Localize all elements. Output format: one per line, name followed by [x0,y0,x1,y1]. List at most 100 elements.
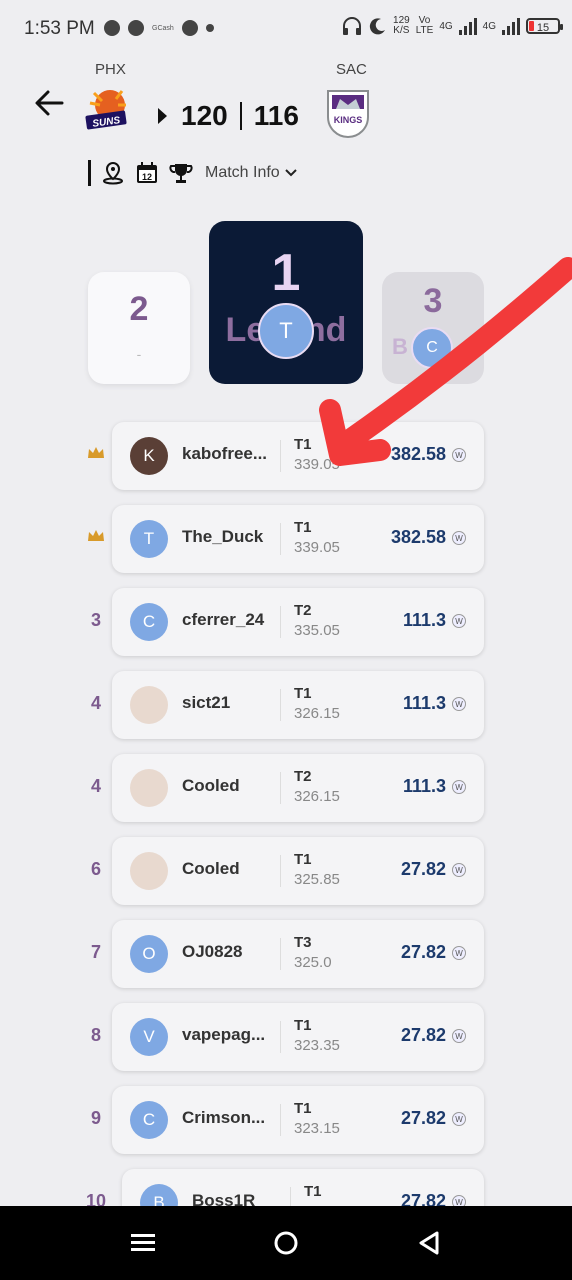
signal-icon-1 [458,17,477,35]
username: The_Duck [182,527,264,546]
podium-first-avatar: T [258,303,314,359]
coin-icon: W [452,531,466,545]
volte-indicator: Vo LTE [416,16,434,36]
calendar-icon[interactable]: 12 [135,161,159,185]
fantasy-points: 339.05 [294,456,340,473]
battery-level: 15 [536,22,550,34]
user-avatar: T [130,520,168,558]
podium-second-rank: 2 [129,290,149,328]
table-row[interactable]: Cooled T1 325.85 27.82 W [112,837,484,905]
trophy-icon[interactable] [169,161,193,185]
score-line: 120 116 [158,100,299,132]
winnings-score: 111.3 [402,610,446,630]
home-team-abbr: PHX [95,61,126,78]
battery-icon: 15 [526,18,563,34]
winnings-score: 111.3 [402,776,446,796]
row-divider [280,1104,281,1136]
moon-icon [369,18,386,35]
match-info-bar: 12 Match Info [88,160,298,186]
coin-icon: W [452,780,466,794]
coin-icon: W [452,946,466,960]
table-row[interactable]: Cooled T2 326.15 111.3 W [112,754,484,822]
podium-third-title: B [392,334,408,359]
dot-icon [205,24,214,32]
row-rank: 6 [90,859,101,879]
row-rank: 7 [90,942,101,962]
possession-indicator-icon [158,108,167,124]
network-type-2: 4G [482,20,496,32]
user-avatar [130,852,168,890]
match-info-dropdown[interactable]: Match Info [205,164,298,182]
crown-icon [80,444,112,465]
team-label: T1 [294,1017,312,1034]
crown-icon [80,527,112,548]
table-row[interactable]: C Crimson... T1 323.15 27.82 W [112,1086,484,1154]
location-pin-icon[interactable] [101,161,125,185]
row-divider [280,772,281,804]
username: sict21 [182,693,231,712]
team-label: T3 [294,934,312,951]
team-label: T1 [294,1100,312,1117]
row-divider [280,938,281,970]
user-avatar: O [130,935,168,973]
away-team-abbr: SAC [336,61,367,78]
suns-logo: SUNS [82,85,134,137]
kings-logo: KINGS [322,87,374,139]
match-info-label: Match Info [205,164,280,181]
username: vapepag... [182,1025,266,1044]
menu-icon[interactable] [128,1228,158,1258]
table-row[interactable]: T The_Duck T1 339.05 382.58 W [112,505,484,573]
user-avatar: V [130,1018,168,1056]
coin-icon: W [452,448,466,462]
table-row[interactable]: Kkabofree... T1 339.05 382.58 W [112,422,484,490]
fantasy-points: 326.15 [294,705,340,722]
fantasy-points: 325.0 [294,954,332,971]
kings-logo-text: KINGS [334,115,363,125]
podium-first[interactable]: 1 Legend T [209,221,363,384]
user-avatar: C [130,1101,168,1139]
row-rank: 3 [90,610,101,630]
headphones-icon [343,17,362,35]
row-divider [280,606,281,638]
status-bar: 1:53 PM GCash 129 K/S Vo LTE 4G 4G 15 [0,0,572,60]
team-label: T1 [294,851,312,868]
user-avatar [130,769,168,807]
status-time: 1:53 PM [24,18,95,39]
coin-icon: W [452,863,466,877]
back-triangle-icon[interactable] [415,1228,445,1258]
row-rank: 9 [90,1108,101,1128]
team-label: T2 [294,602,312,619]
fantasy-points: 323.35 [294,1037,340,1054]
table-row[interactable]: Ccferrer_24 T2 335.05 111.3 W [112,588,484,656]
chat-icon [128,20,144,36]
net-speed-unit: K/S [393,25,410,36]
home-circle-icon[interactable] [271,1228,301,1258]
table-row[interactable]: Vvapepag... T1 323.35 27.82 W [112,1003,484,1071]
row-rank: 4 [90,776,101,796]
messenger-icon [104,20,120,36]
table-row[interactable]: sict21 T1 326.15 111.3 W [112,671,484,739]
winnings-score: 27.82 [400,1108,446,1128]
podium-third[interactable]: 3 B C [382,272,484,384]
team-label: T1 [294,436,312,453]
table-row[interactable]: O OJ0828 T3 325.0 27.82 W [112,920,484,988]
podium-second-placeholder: - [136,346,142,362]
coin-icon: W [452,1029,466,1043]
podium-third-avatar: C [411,327,453,369]
fantasy-points: 325.85 [294,871,340,888]
fantasy-points: 339.05 [294,539,340,556]
podium-second[interactable]: 2 - [88,272,190,384]
row-divider [280,1021,281,1053]
team-label: T1 [294,519,312,536]
system-icons: 129 K/S Vo LTE 4G 4G 15 [341,16,563,36]
fantasy-points: 326.15 [294,788,340,805]
system-nav-bar [0,1206,572,1280]
back-arrow-icon[interactable] [32,86,66,120]
sync-icon [181,20,198,36]
score-divider [239,102,242,130]
coin-icon: W [452,614,466,628]
team-label: T1 [304,1183,322,1200]
net-speed: 129 K/S [393,16,410,36]
winnings-score: 111.3 [402,693,446,713]
username: Crimson... [182,1108,266,1127]
